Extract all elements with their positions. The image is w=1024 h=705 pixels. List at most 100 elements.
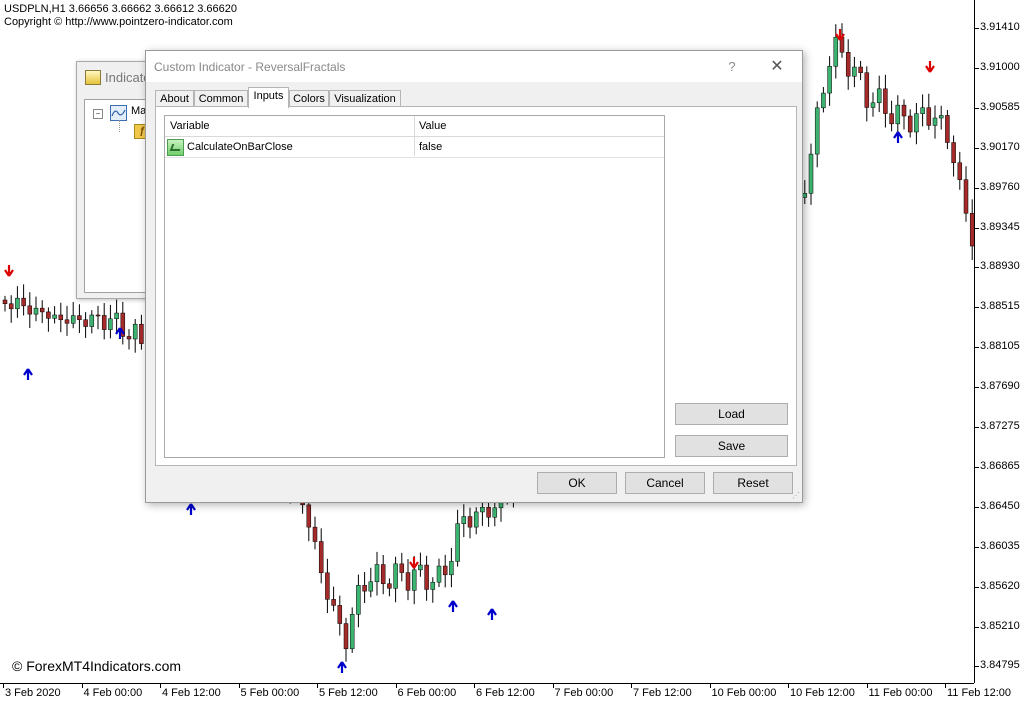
time-tick (866, 684, 868, 688)
candle-body (480, 507, 485, 513)
candle-body (337, 605, 343, 624)
candle-body (814, 107, 820, 155)
candle-body (362, 585, 367, 592)
dialog-title: Custom Indicator - ReversalFractals (154, 60, 346, 74)
candle-body (83, 319, 88, 327)
candle-body (52, 314, 57, 319)
price-tick (975, 28, 979, 29)
custom-indicator-dialog[interactable]: Custom Indicator - ReversalFractals ? ✕ … (145, 50, 803, 503)
price-tick (975, 427, 979, 428)
save-button[interactable]: Save (675, 435, 788, 457)
candle-body (889, 113, 894, 125)
help-button[interactable]: ? (722, 57, 742, 77)
price-tick (975, 387, 979, 389)
time-scale[interactable]: 3 Feb 2020 4 Feb 00:00 4 Feb 12:00 5 Feb 00… (0, 683, 1011, 705)
price-tick (975, 67, 979, 69)
price-tick (975, 586, 979, 588)
price-label: 3.87275 (980, 420, 1020, 432)
time-label: 11 Feb 12:00 (947, 687, 1012, 699)
price-label: 3.86035 (980, 539, 1020, 552)
candle-body (139, 323, 144, 344)
time-tick (395, 684, 397, 688)
price-label: 3.90585 (980, 100, 1020, 113)
price-tick (975, 307, 979, 309)
ok-button[interactable]: OK (537, 472, 617, 494)
column-header-value[interactable]: Value (419, 116, 446, 136)
time-label: 10 Feb 00:00 (711, 687, 777, 699)
candle-body (64, 319, 70, 324)
candle-body (467, 516, 473, 528)
tree-item-label[interactable]: Ma (131, 105, 146, 117)
price-scale[interactable]: 3.91410 3.91000 3.90585 3.90170 3.89760 3.893… (974, 0, 1024, 683)
candle-body (399, 563, 405, 573)
candle-body (368, 581, 374, 592)
time-label: 7 Feb 00:00 (554, 687, 614, 699)
table-row[interactable]: CalculateOnBarClose false (165, 137, 664, 158)
price-label: 3.85210 (980, 619, 1020, 632)
price-tick (975, 147, 979, 149)
time-label: 5 Feb 12:00 (319, 687, 378, 699)
time-label: 10 Feb 12:00 (790, 687, 855, 699)
inputs-panel: Variable Value CalculateOnBarClose false… (155, 106, 797, 466)
price-tick (975, 267, 979, 269)
indicator-folder-icon (85, 70, 101, 85)
price-label: 3.88515 (980, 300, 1020, 313)
time-tick (474, 684, 475, 688)
value-cell[interactable]: false (419, 137, 442, 157)
inputs-grid[interactable]: Variable Value CalculateOnBarClose false (164, 115, 665, 458)
candle-body (70, 315, 76, 324)
candle-body (461, 516, 467, 524)
time-label: 6 Feb 12:00 (476, 687, 535, 699)
price-label: 3.87690 (980, 380, 1020, 393)
time-tick (160, 684, 161, 688)
reset-button[interactable]: Reset (713, 472, 793, 494)
up-arrow-icon (23, 368, 33, 380)
up-arrow-icon (186, 503, 196, 515)
up-arrow-icon (448, 600, 458, 612)
candle-body (436, 565, 442, 583)
load-button[interactable]: Load (675, 403, 788, 425)
chart-header: USDPLN,H1 3.66656 3.66662 3.66612 3.6662… (4, 3, 237, 29)
candle-body (895, 104, 901, 125)
price-tick (975, 347, 979, 349)
price-label: 3.89345 (980, 220, 1020, 233)
candle-body (331, 599, 336, 606)
close-icon[interactable]: ✕ (766, 56, 788, 78)
price-tick (975, 466, 979, 468)
candle-body (27, 305, 33, 315)
price-tick (975, 506, 979, 508)
cancel-button[interactable]: Cancel (625, 472, 705, 494)
price-label: 3.91000 (980, 60, 1020, 73)
candle-body (89, 314, 95, 327)
candle-body (126, 336, 132, 340)
candle-body (883, 88, 888, 114)
candle-body (393, 563, 398, 589)
price-label: 3.89760 (980, 180, 1020, 193)
time-label: 11 Feb 00:00 (868, 687, 933, 699)
candle-body (492, 507, 498, 518)
resize-grip-icon[interactable]: ⋰ (792, 492, 800, 500)
candle-body (945, 115, 950, 143)
candle-body (802, 193, 808, 198)
candle-body (864, 72, 870, 108)
dialog-titlebar[interactable]: Custom Indicator - ReversalFractals ? ✕ (146, 51, 802, 82)
candle-body (306, 504, 312, 528)
candle-body (926, 107, 932, 126)
tab-inputs[interactable]: Inputs (248, 87, 289, 108)
candle-body (907, 115, 913, 133)
candle-body (424, 564, 429, 590)
candle-body (411, 569, 417, 591)
time-label: 4 Feb 12:00 (162, 687, 221, 699)
candle-body (442, 565, 448, 576)
tree-collapse-icon[interactable]: − (93, 109, 103, 119)
indicators-window-title: Indicato (105, 70, 151, 85)
price-tick (975, 626, 979, 628)
candle-body (852, 66, 857, 77)
column-header-variable[interactable]: Variable (170, 116, 210, 136)
candle-body (938, 115, 944, 119)
candle-body (486, 507, 491, 518)
candle-body (963, 179, 969, 214)
variable-cell[interactable]: CalculateOnBarClose (187, 137, 293, 157)
candle-body (114, 312, 119, 320)
price-tick (975, 546, 979, 548)
